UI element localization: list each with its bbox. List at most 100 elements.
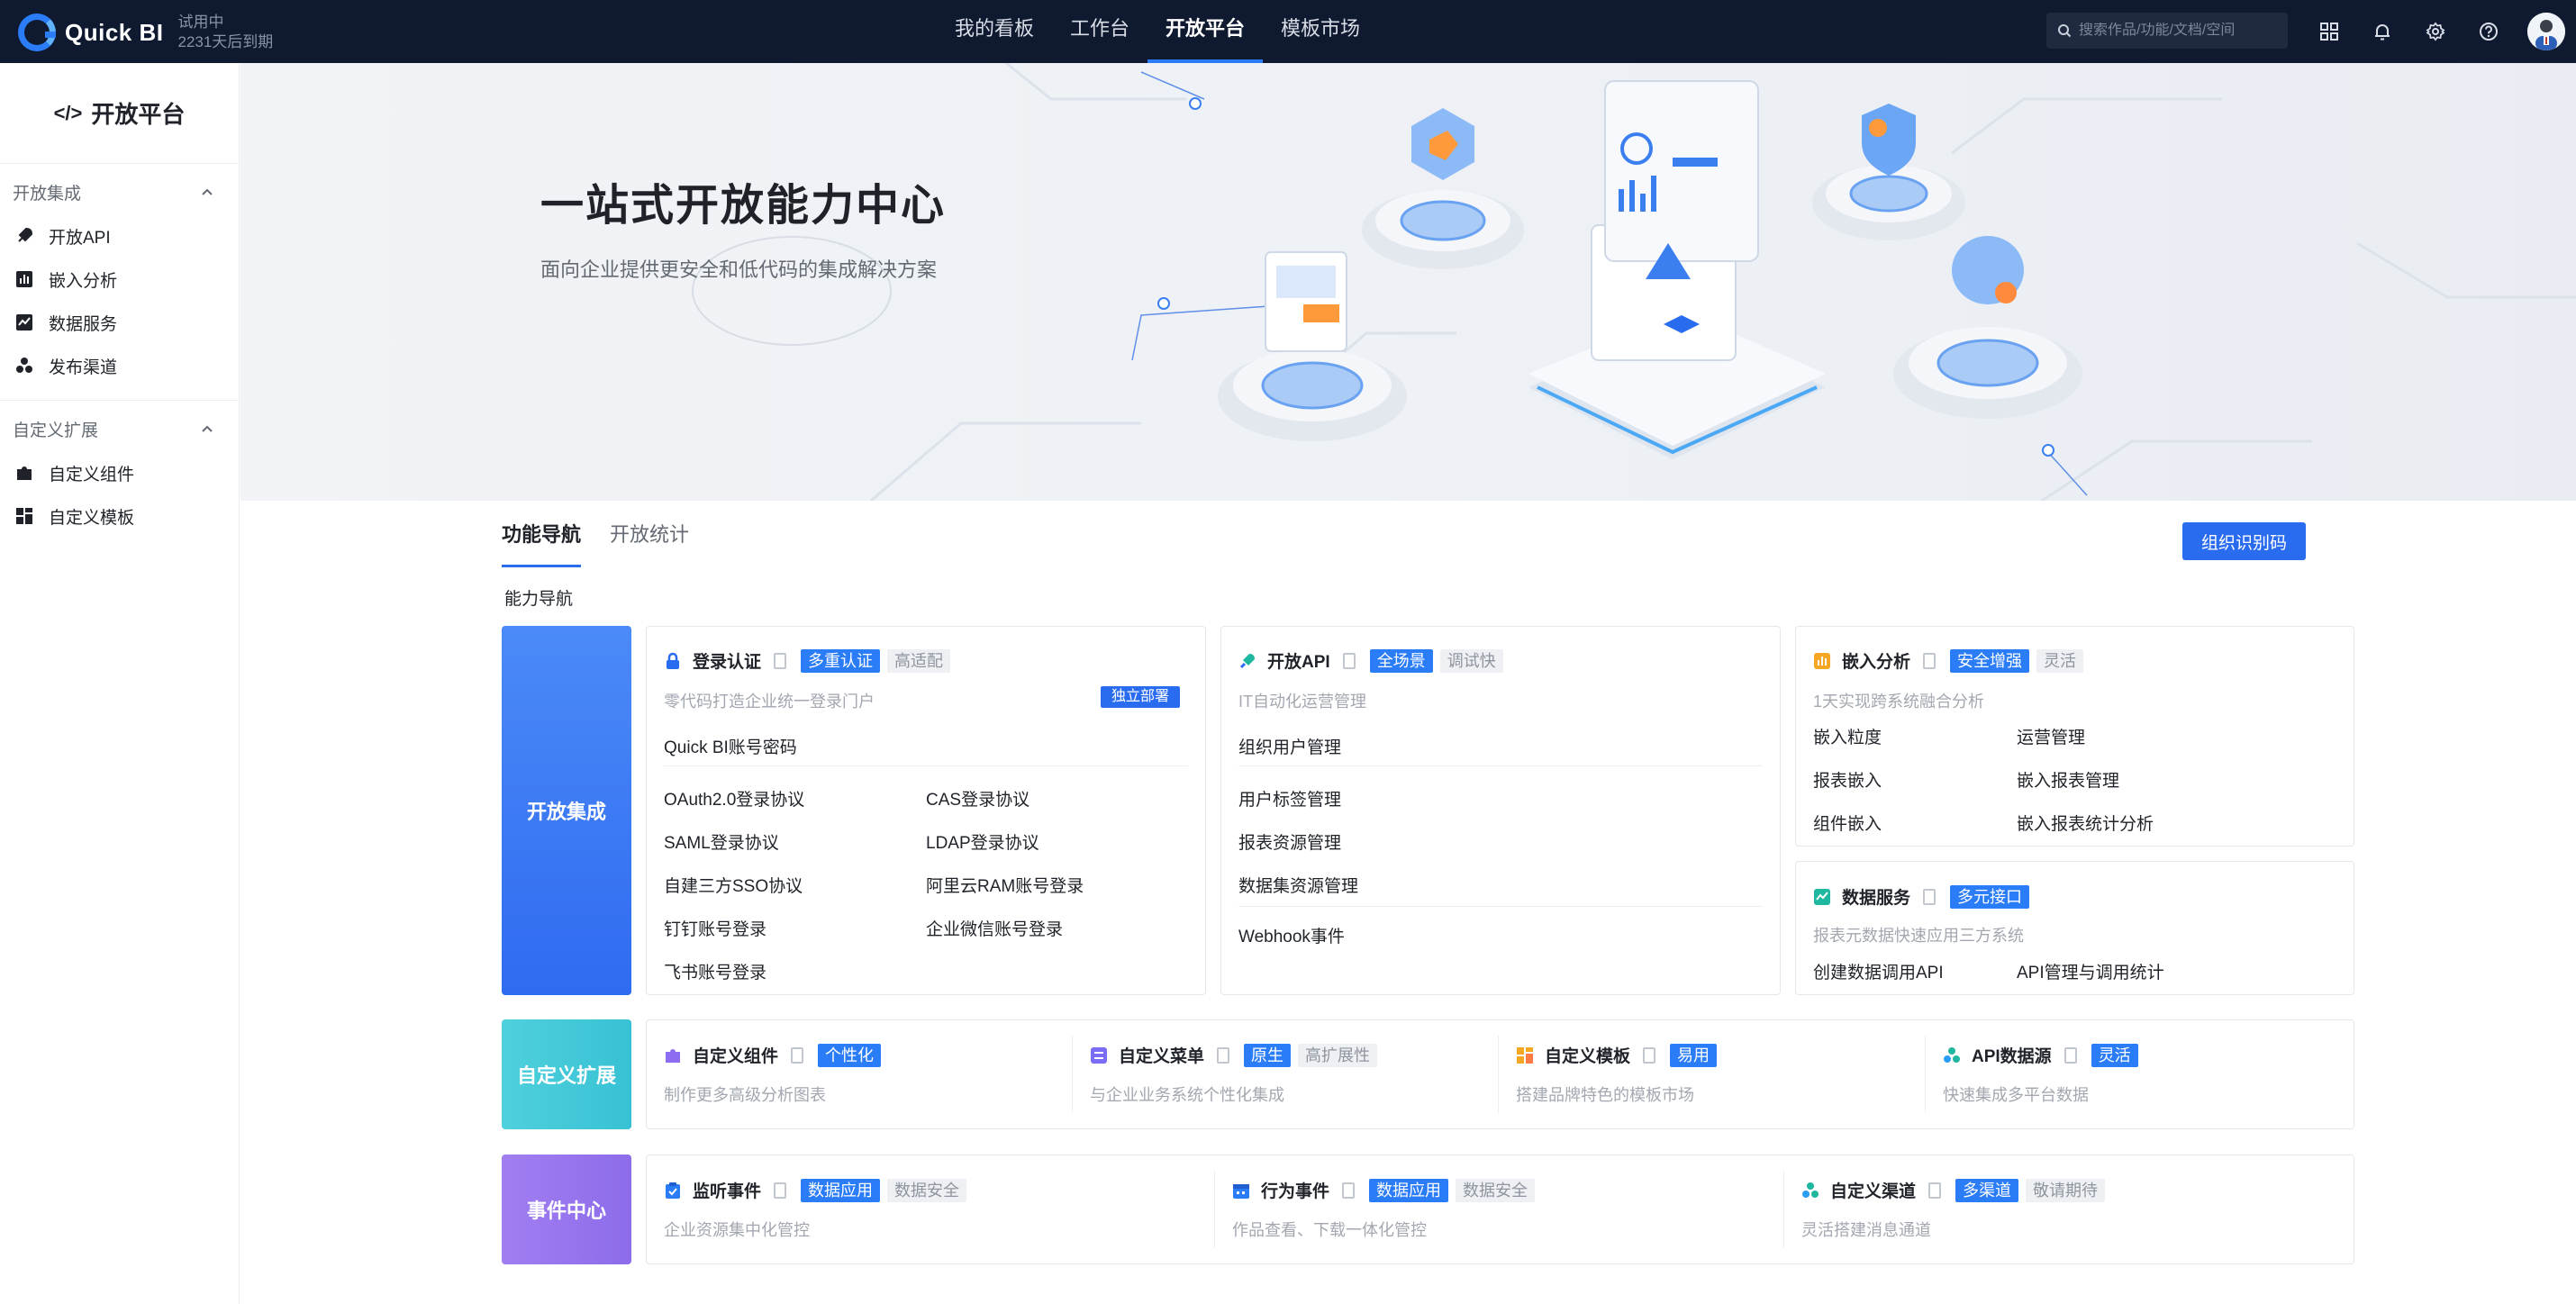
link-create-data-api[interactable]: 创建数据调用API [1813,959,1944,983]
link-org-user-mgmt[interactable]: 组织用户管理 [1238,734,1341,758]
doc-icon[interactable] [1923,652,1937,669]
custom-channel-desc: 灵活搭建消息通道 [1801,1221,1931,1239]
trial-status: 试用中 [177,14,224,31]
tag: 原生 [1244,1043,1292,1067]
divider [1214,1171,1215,1248]
topnav-workbench[interactable]: 工作台 [1052,0,1147,63]
sidebar-item-custom-component[interactable]: 自定义组件 [0,451,239,494]
user-avatar[interactable] [2527,13,2565,50]
row-label-custom-extension: 自定义扩展 [502,1019,631,1129]
link-api-mgmt-stats[interactable]: API管理与调用统计 [2017,959,2164,983]
org-id-button[interactable]: 组织识别码 [2182,522,2306,560]
link-component-embed[interactable]: 组件嵌入 [1813,810,1882,835]
card-login-auth-desc: 零代码打造企业统一登录门户 [664,693,875,711]
apps-grid-icon[interactable] [2315,17,2344,46]
content-tabs: 功能导航 开放统计 [502,504,718,567]
link-aliyun-ram[interactable]: 阿里云RAM账号登录 [926,873,1084,897]
link-oauth2[interactable]: OAuth2.0登录协议 [664,786,804,810]
tab-feature-navigation[interactable]: 功能导航 [502,504,582,567]
link-webhook-event[interactable]: Webhook事件 [1238,923,1345,947]
link-embed-report-mgmt[interactable]: 嵌入报表管理 [2017,767,2119,792]
doc-icon[interactable] [1342,1182,1356,1199]
link-dataset-resource-mgmt[interactable]: 数据集资源管理 [1238,873,1358,897]
gear-icon[interactable] [2421,17,2450,46]
sidebar-item-open-api[interactable]: 开放API [0,214,239,258]
card-open-api-head[interactable]: 开放API 全场景 调试快 [1238,648,1510,673]
sidebar-group-open-integration[interactable]: 开放集成 [0,169,239,214]
card-login-auth-head[interactable]: 登录认证 多重认证 高适配 [664,648,957,673]
topnav-template-market[interactable]: 模板市场 [1263,0,1378,63]
trial-info: 试用中 2231天后到期 [177,13,273,52]
topnav-open-platform[interactable]: 开放平台 [1147,0,1264,63]
card-open-api-desc: IT自动化运营管理 [1238,693,1366,711]
topnav-my-dashboard[interactable]: 我的看板 [937,0,1052,63]
sidebar-item-data-service[interactable]: 数据服务 [0,301,239,344]
custom-template-head[interactable]: 自定义模板 易用 [1516,1043,1724,1067]
independent-deploy-badge: 独立部署 [1101,686,1181,708]
link-wecom[interactable]: 企业微信账号登录 [926,916,1063,940]
brand-logo[interactable]: Quick BI 试用中 2231天后到期 [18,13,273,52]
listen-event-head[interactable]: 监听事件 数据应用 数据安全 [664,1178,974,1202]
link-quickbi-password[interactable]: Quick BI账号密码 [664,734,797,758]
divider [1072,1036,1073,1113]
clipboard-check-icon [666,1182,680,1199]
sidebar-item-custom-template[interactable]: 自定义模板 [0,494,239,538]
tab-open-statistics[interactable]: 开放统计 [610,504,689,567]
tag: 多元接口 [1950,884,2030,909]
link-ops-mgmt[interactable]: 运营管理 [2017,724,2085,748]
search-input[interactable] [2079,23,2277,39]
bell-icon[interactable] [2368,17,2397,46]
card-data-service-head[interactable]: 数据服务 多元接口 [1813,884,2036,909]
doc-icon[interactable] [2064,1046,2077,1064]
link-report-embed[interactable]: 报表嵌入 [1813,767,1882,792]
global-search[interactable] [2046,13,2288,49]
link-dingtalk[interactable]: 钉钉账号登录 [664,916,766,940]
help-icon[interactable] [2474,17,2503,46]
divider [664,765,1188,766]
quick-bi-logo-icon [18,14,56,51]
tag: 安全增强 [1950,648,2030,673]
link-cas[interactable]: CAS登录协议 [926,786,1029,810]
link-user-tag-mgmt[interactable]: 用户标签管理 [1238,786,1341,810]
custom-menu-desc: 与企业业务系统个性化集成 [1090,1086,1284,1104]
section-title: 能力导航 [504,590,574,609]
doc-icon[interactable] [774,652,787,669]
tag: 高适配 [887,648,951,673]
link-saml[interactable]: SAML登录协议 [664,829,779,854]
doc-icon[interactable] [1217,1046,1230,1064]
doc-icon[interactable] [1928,1182,1942,1199]
link-report-resource-mgmt[interactable]: 报表资源管理 [1238,829,1341,854]
sidebar-item-embed-analysis[interactable]: 嵌入分析 [0,258,239,301]
link-ldap[interactable]: LDAP登录协议 [926,829,1039,854]
tag: 全场景 [1369,648,1433,673]
custom-channel-head[interactable]: 自定义渠道 多渠道 敬请期待 [1801,1178,2112,1202]
tag: 个性化 [818,1043,882,1067]
rocket-icon [14,226,34,246]
menu-list-icon [1091,1046,1107,1064]
doc-icon[interactable] [1643,1046,1656,1064]
card-embed-analysis-head[interactable]: 嵌入分析 安全增强 灵活 [1813,648,2091,673]
divider [1238,906,1763,907]
custom-menu-head[interactable]: 自定义菜单 原生 高扩展性 [1090,1043,1384,1067]
row-label-open-integration: 开放集成 [502,626,631,995]
doc-icon[interactable] [1342,652,1356,669]
calendar-icon [1233,1183,1249,1199]
doc-icon[interactable] [774,1182,787,1199]
sidebar-item-publish-channel[interactable]: 发布渠道 [0,344,239,387]
link-feishu[interactable]: 飞书账号登录 [664,959,766,983]
link-embed-report-stats[interactable]: 嵌入报表统计分析 [2017,810,2154,835]
link-custom-sso[interactable]: 自建三方SSO协议 [664,873,803,897]
tag: 数据应用 [1369,1178,1449,1202]
sidebar-divider [0,400,239,401]
behavior-event-head[interactable]: 行为事件 数据应用 数据安全 [1232,1178,1542,1202]
doc-icon[interactable] [791,1046,804,1064]
code-link-icon: </> [53,101,83,124]
doc-icon[interactable] [1923,888,1937,905]
channel-nodes-icon [1944,1046,1960,1063]
api-datasource-head[interactable]: API数据源 灵活 [1943,1043,2145,1067]
custom-component-head[interactable]: 自定义组件 个性化 [664,1043,888,1067]
link-embed-granularity[interactable]: 嵌入粒度 [1813,724,1882,748]
sidebar: </> 开放平台 开放集成 开放API 嵌入分析 数据服务 发布渠道 自定义扩展… [0,63,240,1304]
tag: 灵活 [2036,648,2084,673]
sidebar-group-custom-extension[interactable]: 自定义扩展 [0,406,239,451]
